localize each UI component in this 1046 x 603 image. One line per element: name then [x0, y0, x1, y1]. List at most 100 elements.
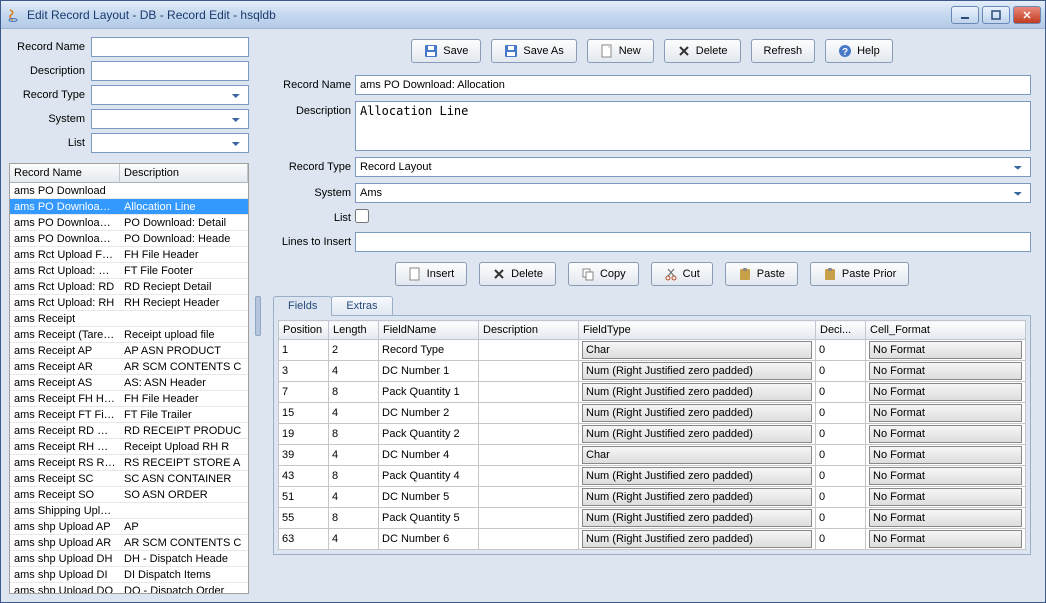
field-type-select[interactable]: Num (Right Justified zero padded) [582, 404, 812, 422]
field-type-select[interactable]: Num (Right Justified zero padded) [582, 425, 812, 443]
filter-system-label: System [9, 113, 89, 125]
detail-list-checkbox[interactable] [355, 209, 369, 223]
titlebar: Edit Record Layout - DB - Record Edit - … [1, 1, 1045, 29]
cut-icon [664, 267, 678, 281]
pane-divider[interactable] [255, 37, 261, 594]
field-type-select[interactable]: Char [582, 341, 812, 359]
delete-button[interactable]: Delete [664, 39, 741, 63]
fields-table-row[interactable]: 634DC Number 6Num (Right Justified zero … [279, 529, 1026, 550]
field-type-select[interactable]: Char [582, 446, 812, 464]
record-list-col-desc[interactable]: Description [120, 164, 248, 183]
new-button[interactable]: New [587, 39, 654, 63]
filter-description-input[interactable] [91, 61, 249, 81]
paste-button[interactable]: Paste [725, 262, 798, 286]
cell-format-select[interactable]: No Format [869, 446, 1022, 464]
main-toolbar: Save Save As New Delete Refresh ?Help [267, 37, 1037, 69]
cell-format-select[interactable]: No Format [869, 341, 1022, 359]
tab-fields[interactable]: Fields [273, 296, 332, 316]
save-button[interactable]: Save [411, 39, 481, 63]
cell-format-select[interactable]: No Format [869, 467, 1022, 485]
tab-extras[interactable]: Extras [331, 296, 392, 315]
save-icon [424, 44, 438, 58]
filter-record-type-select[interactable] [91, 85, 249, 105]
row-delete-button[interactable]: Delete [479, 262, 556, 286]
fields-table-row[interactable]: 154DC Number 2Num (Right Justified zero … [279, 403, 1026, 424]
detail-list-label: List [273, 212, 351, 224]
window-title: Edit Record Layout - DB - Record Edit - … [27, 8, 951, 22]
fields-table-row[interactable]: 678Pack Quantity 6Num (Right Justified z… [279, 550, 1026, 551]
copy-button[interactable]: Copy [568, 262, 639, 286]
row-toolbar: Insert Delete Copy Cut Paste Paste Prior [267, 258, 1037, 290]
filter-panel: Record Name Description Record Type Syst… [9, 37, 249, 594]
new-icon [600, 44, 614, 58]
fields-table[interactable]: PositionLengthFieldNameDescriptionFieldT… [278, 320, 1026, 550]
cell-format-select[interactable]: No Format [869, 530, 1022, 548]
detail-description-label: Description [273, 101, 351, 117]
minimize-button[interactable] [951, 6, 979, 24]
fields-table-col[interactable]: Description [479, 321, 579, 340]
detail-description-input[interactable]: Allocation Line [355, 101, 1031, 151]
detail-record-type-label: Record Type [273, 161, 351, 173]
help-icon: ? [838, 44, 852, 58]
cell-format-select[interactable]: No Format [869, 383, 1022, 401]
detail-record-name-input[interactable] [355, 75, 1031, 95]
fields-table-row[interactable]: 558Pack Quantity 5Num (Right Justified z… [279, 508, 1026, 529]
fields-table-col[interactable]: Deci... [816, 321, 866, 340]
java-icon [5, 7, 21, 23]
cell-format-select[interactable]: No Format [869, 362, 1022, 380]
filter-system-select[interactable] [91, 109, 249, 129]
fields-table-row[interactable]: 12Record TypeChar0No Format [279, 340, 1026, 361]
insert-button[interactable]: Insert [395, 262, 468, 286]
filter-list-label: List [9, 137, 89, 149]
help-button[interactable]: ?Help [825, 39, 893, 63]
filter-record-type-label: Record Type [9, 89, 89, 101]
detail-system-select[interactable]: Ams [355, 183, 1031, 203]
paste-prior-button[interactable]: Paste Prior [810, 262, 909, 286]
field-type-select[interactable]: Num (Right Justified zero padded) [582, 530, 812, 548]
svg-text:?: ? [842, 47, 848, 58]
copy-icon [581, 267, 595, 281]
delete-icon [492, 267, 506, 281]
close-button[interactable] [1013, 6, 1041, 24]
record-list[interactable]: Record Name Description ams PO Downloada… [9, 163, 249, 594]
fields-table-row[interactable]: 514DC Number 5Num (Right Justified zero … [279, 487, 1026, 508]
save-as-icon [504, 44, 518, 58]
fields-table-col[interactable]: FieldType [579, 321, 816, 340]
lines-to-insert-label: Lines to Insert [273, 236, 351, 248]
paste-icon [738, 267, 752, 281]
fields-table-row[interactable]: 198Pack Quantity 2Num (Right Justified z… [279, 424, 1026, 445]
field-type-select[interactable]: Num (Right Justified zero padded) [582, 383, 812, 401]
record-list-col-name[interactable]: Record Name [10, 164, 120, 183]
fields-table-row[interactable]: 394DC Number 4Char0No Format [279, 445, 1026, 466]
cell-format-select[interactable]: No Format [869, 488, 1022, 506]
field-type-select[interactable]: Num (Right Justified zero padded) [582, 362, 812, 380]
filter-description-label: Description [9, 65, 89, 77]
fields-table-row[interactable]: 34DC Number 1Num (Right Justified zero p… [279, 361, 1026, 382]
lines-to-insert-input[interactable] [355, 232, 1031, 252]
delete-icon [677, 44, 691, 58]
maximize-button[interactable] [982, 6, 1010, 24]
field-type-select[interactable]: Num (Right Justified zero padded) [582, 488, 812, 506]
fields-table-col[interactable]: Position [279, 321, 329, 340]
detail-record-name-label: Record Name [273, 79, 351, 91]
fields-table-col[interactable]: Length [329, 321, 379, 340]
cut-button[interactable]: Cut [651, 262, 713, 286]
cell-format-select[interactable]: No Format [869, 509, 1022, 527]
fields-table-row[interactable]: 438Pack Quantity 4Num (Right Justified z… [279, 466, 1026, 487]
cell-format-select[interactable]: No Format [869, 404, 1022, 422]
paste-prior-icon [823, 267, 837, 281]
save-as-button[interactable]: Save As [491, 39, 576, 63]
detail-record-type-select[interactable]: Record Layout [355, 157, 1031, 177]
filter-record-name-label: Record Name [9, 41, 89, 53]
fields-table-col[interactable]: Cell_Format [866, 321, 1026, 340]
filter-list-select[interactable] [91, 133, 249, 153]
filter-record-name-input[interactable] [91, 37, 249, 57]
cell-format-select[interactable]: No Format [869, 425, 1022, 443]
fields-table-col[interactable]: FieldName [379, 321, 479, 340]
field-type-select[interactable]: Num (Right Justified zero padded) [582, 467, 812, 485]
detail-system-label: System [273, 187, 351, 199]
refresh-button[interactable]: Refresh [751, 39, 816, 63]
insert-icon [408, 267, 422, 281]
fields-table-row[interactable]: 78Pack Quantity 1Num (Right Justified ze… [279, 382, 1026, 403]
field-type-select[interactable]: Num (Right Justified zero padded) [582, 509, 812, 527]
